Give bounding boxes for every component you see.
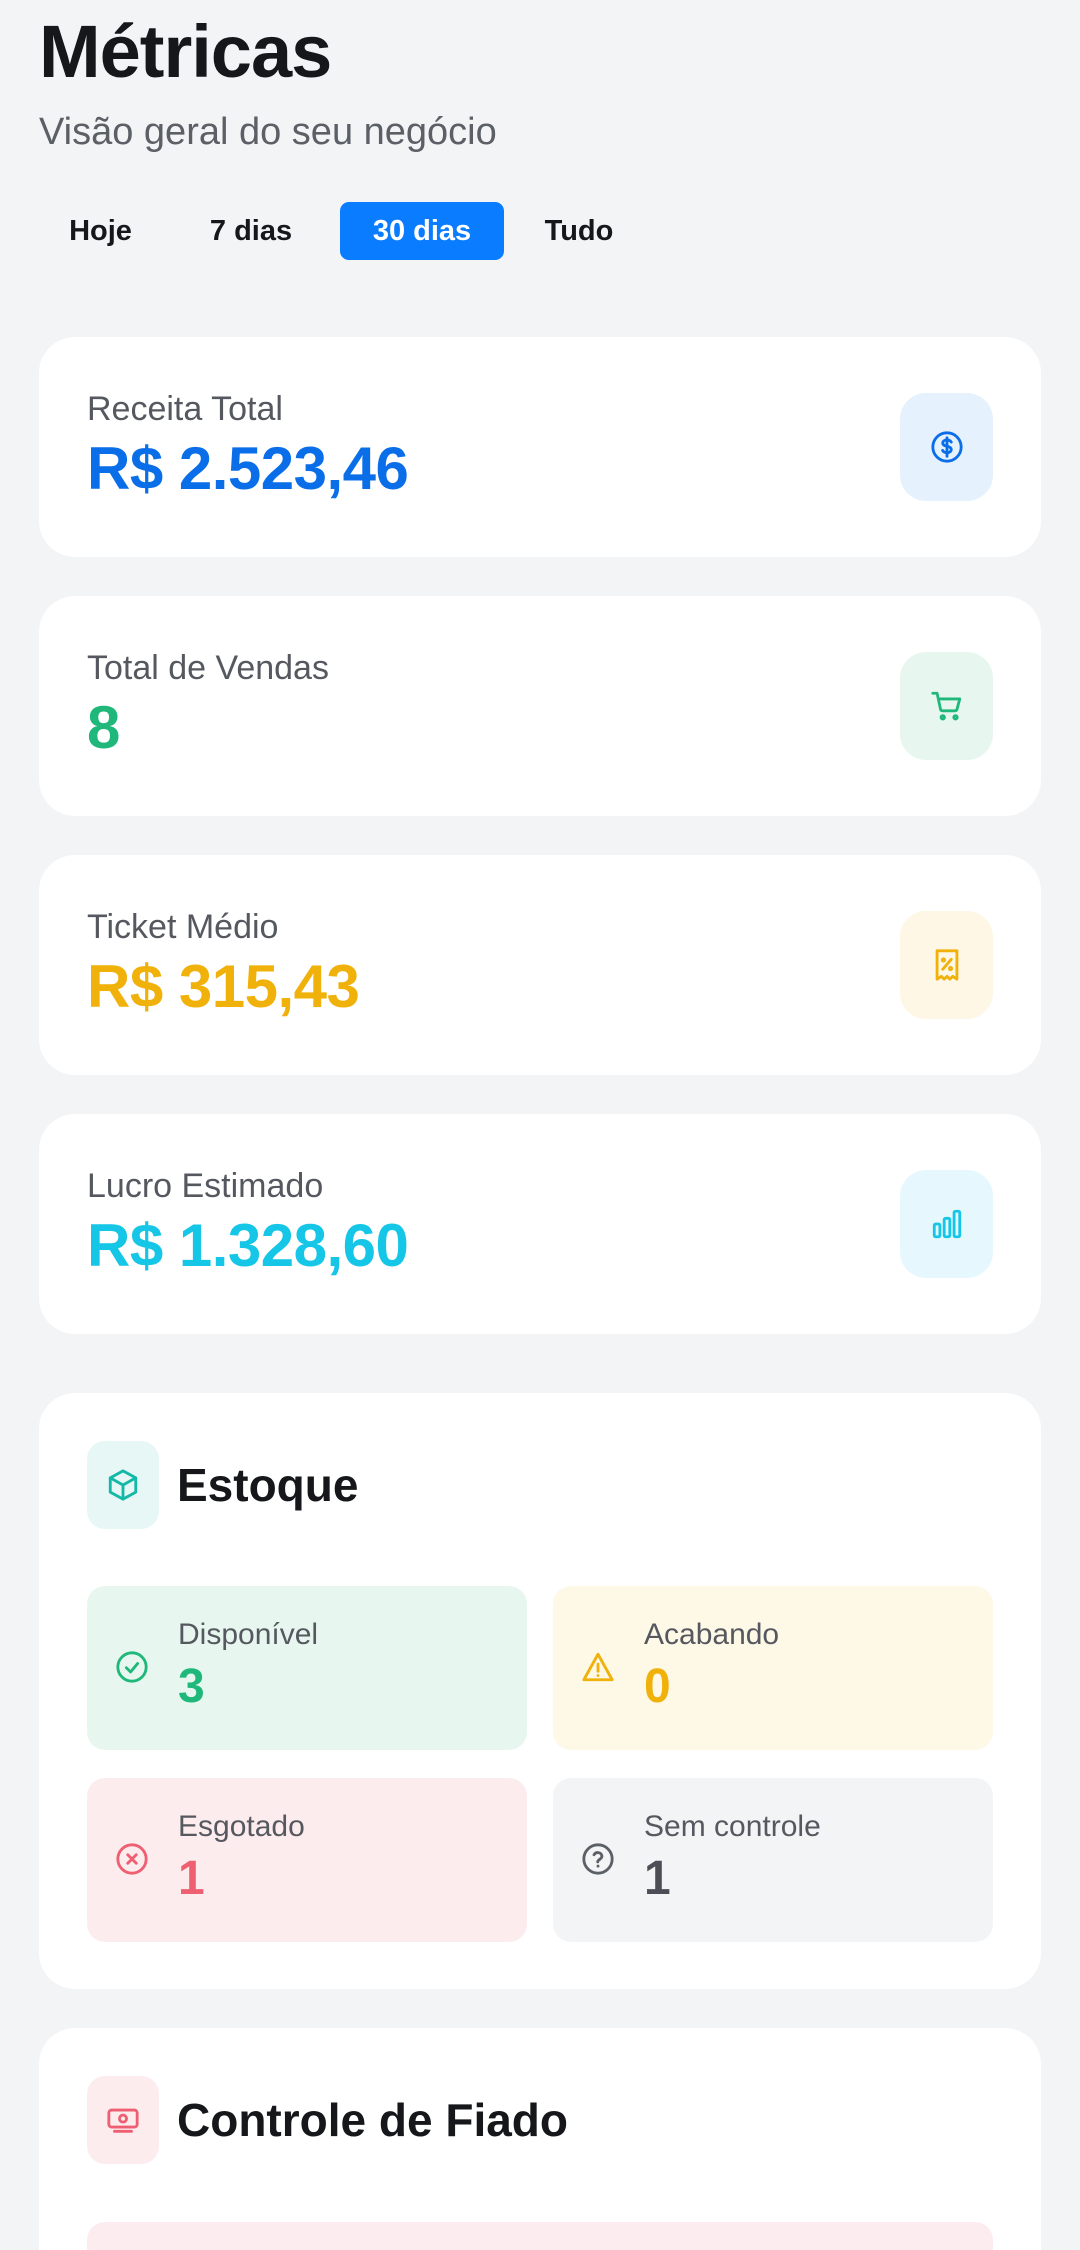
- dollar-icon: [900, 393, 993, 501]
- tab-hoje[interactable]: Hoje: [39, 202, 162, 260]
- metric-value: R$ 1.328,60: [87, 1212, 409, 1279]
- bar-chart-icon: [900, 1170, 993, 1278]
- tab-7-dias[interactable]: 7 dias: [172, 202, 330, 260]
- metric-label: Total de Vendas: [87, 649, 329, 687]
- metric-label: Receita Total: [87, 390, 283, 428]
- check-circle-icon: [116, 1651, 148, 1683]
- metrics-screen: Métricas Visão geral do seu negócio Hoje…: [0, 0, 1080, 2250]
- tile-label: Acabando: [644, 1618, 780, 1651]
- metric-card-lucro-estimado: Lucro Estimado R$ 1.328,60: [39, 1114, 1041, 1334]
- stock-section: Estoque Disponível 3 Acabando 0 Esgotado…: [39, 1393, 1041, 1989]
- tile-label: Disponível: [178, 1618, 319, 1651]
- metric-value: 8: [87, 694, 120, 761]
- metric-label: Lucro Estimado: [87, 1167, 324, 1205]
- tile-value: 1: [178, 1852, 205, 1905]
- tile-label: Esgotado: [178, 1810, 305, 1843]
- tile-value: 1: [644, 1852, 671, 1905]
- metric-label: Ticket Médio: [87, 908, 279, 946]
- metric-card-ticket-medio: Ticket Médio R$ 315,43: [39, 855, 1041, 1075]
- page-subtitle: Visão geral do seu negócio: [39, 111, 497, 153]
- metric-card-receita-total: Receita Total R$ 2.523,46: [39, 337, 1041, 557]
- money-icon: [87, 2076, 159, 2164]
- page-title: Métricas: [39, 10, 332, 93]
- section-title: Controle de Fiado: [177, 2094, 568, 2146]
- tab-tudo[interactable]: Tudo: [514, 202, 644, 260]
- tile-value: 0: [644, 1660, 671, 1713]
- stock-tile-acabando[interactable]: Acabando 0: [553, 1586, 993, 1750]
- x-circle-icon: [116, 1843, 148, 1875]
- stock-tile-sem-controle[interactable]: Sem controle 1: [553, 1778, 993, 1942]
- tile-label: Sem controle: [644, 1810, 821, 1843]
- stock-tile-esgotado[interactable]: Esgotado 1: [87, 1778, 527, 1942]
- stock-tile-disponivel[interactable]: Disponível 3: [87, 1586, 527, 1750]
- warning-icon: [582, 1652, 614, 1682]
- metric-value: R$ 315,43: [87, 953, 360, 1020]
- question-circle-icon: [582, 1843, 614, 1875]
- metric-card-total-vendas: Total de Vendas 8: [39, 596, 1041, 816]
- fiado-section: Controle de Fiado: [39, 2028, 1041, 2250]
- metric-value: R$ 2.523,46: [87, 435, 409, 502]
- fiado-summary-box: [87, 2222, 993, 2250]
- receipt-percent-icon: [900, 911, 993, 1019]
- box-icon: [87, 1441, 159, 1529]
- tile-value: 3: [178, 1660, 205, 1713]
- period-tabs: Hoje 7 dias 30 dias Tudo: [39, 202, 644, 260]
- section-title: Estoque: [177, 1459, 359, 1511]
- cart-icon: [900, 652, 993, 760]
- tab-30-dias[interactable]: 30 dias: [340, 202, 504, 260]
